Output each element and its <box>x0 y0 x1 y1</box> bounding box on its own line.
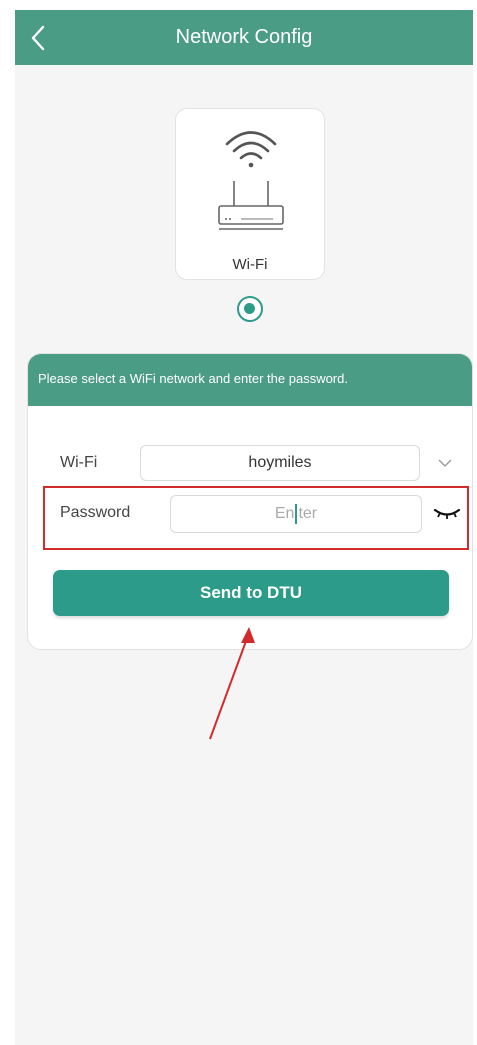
wifi-field-label: Wi-Fi <box>60 454 98 471</box>
header-bar: Network Config <box>15 10 473 65</box>
text-caret <box>295 503 298 524</box>
radio-dot <box>244 303 255 314</box>
send-to-dtu-button[interactable]: Send to DTU <box>53 570 449 616</box>
red-arrow-annotation <box>209 627 255 740</box>
wifi-ssid-select[interactable]: hoymiles <box>140 445 420 481</box>
password-placeholder: En ter <box>274 503 318 524</box>
app-screen: Network Config Wi-Fi Please select a WiF… <box>15 10 473 1045</box>
page-title: Network Config <box>175 26 313 48</box>
password-field-label: Password <box>60 504 131 521</box>
network-type-label: Wi-Fi <box>232 256 268 273</box>
network-type-card-wifi[interactable]: Wi-Fi <box>175 108 325 280</box>
password-input[interactable]: En ter <box>170 495 422 533</box>
wifi-router-icon <box>218 131 284 230</box>
eye-closed-icon[interactable] <box>432 502 462 524</box>
instruction-text: Please select a WiFi network and enter t… <box>38 371 348 386</box>
wifi-config-card: Please select a WiFi network and enter t… <box>27 353 473 650</box>
config-card-header: Please select a WiFi network and enter t… <box>28 354 472 406</box>
chevron-down-icon[interactable] <box>436 454 454 472</box>
wifi-radio-selected[interactable] <box>237 296 263 322</box>
